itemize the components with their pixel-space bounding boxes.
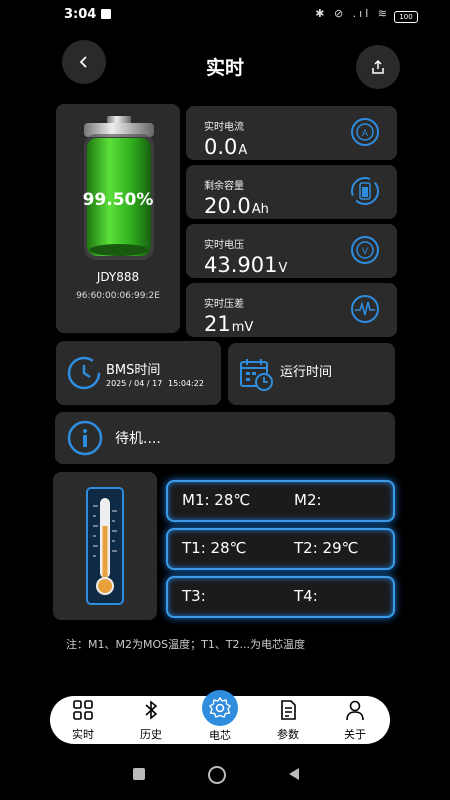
bluetooth-icon	[145, 700, 158, 720]
home-button[interactable]	[208, 766, 226, 784]
nav-label-realtime: 实时	[72, 728, 94, 741]
runtime-label: 运行时间	[280, 365, 333, 380]
share-button[interactable]	[356, 45, 400, 89]
voltage-diff-label: 实时压差	[204, 299, 244, 310]
cells-active-indicator	[202, 690, 238, 726]
bms-time: 15:04:22	[168, 379, 204, 388]
voltage-diff-card: 实时压差 21mV	[186, 283, 397, 337]
nav-item-realtime[interactable]: 实时	[58, 699, 108, 742]
state-text: 待机....	[115, 431, 161, 447]
share-icon	[372, 59, 384, 74]
mos-temp-box: M1: 28℃ M2:	[166, 480, 395, 522]
nav-label-params: 参数	[277, 728, 299, 741]
ammeter-icon: A	[351, 118, 379, 146]
back-triangle-icon[interactable]	[287, 767, 301, 781]
device-mac: 96:60:00:06:99:2E	[76, 291, 160, 301]
cell-temp-box-1: T1: 28℃ T2: 29℃	[166, 528, 395, 570]
cell-temp-box-2: T3: T4:	[166, 576, 395, 618]
status-bar: 3:04 ✱ ⊘ .ıl ≋ 100	[0, 0, 450, 32]
t2-temp: T2: 29℃	[294, 539, 359, 557]
info-icon	[67, 420, 103, 456]
temperature-note: 注：M1、M2为MOS温度；T1、T2...为电芯温度	[66, 638, 306, 651]
voltage-diff-value: 21mV	[204, 312, 254, 336]
nav-label-cells: 电芯	[209, 729, 231, 742]
t4-temp: T4:	[294, 587, 318, 605]
svg-text:A: A	[362, 129, 369, 139]
runtime-card[interactable]: 运行时间	[228, 343, 395, 405]
t1-temp: T1: 28℃	[182, 539, 247, 557]
battery-percent: 99.50%	[82, 190, 154, 210]
state-card: 待机....	[55, 412, 395, 464]
nav-item-params[interactable]: 参数	[263, 699, 313, 742]
thermometer-icon	[86, 487, 124, 605]
m1-temp: M1: 28℃	[182, 491, 251, 509]
bottom-nav: 实时 历史 电芯 参数 关于	[50, 690, 390, 744]
capacity-value: 20.0Ah	[204, 194, 269, 218]
document-icon	[281, 700, 296, 720]
voltmeter-icon: V	[351, 236, 379, 264]
notification-icon	[101, 9, 111, 19]
bms-date: 2025 / 04 / 17	[106, 379, 163, 388]
status-icons: ✱ ⊘ .ıl ≋	[315, 7, 390, 20]
nav-label-history: 历史	[140, 728, 162, 741]
nav-item-cells[interactable]: 电芯	[195, 690, 245, 743]
capacity-icon	[351, 177, 379, 205]
thermometer-card	[53, 472, 157, 620]
nav-label-about: 关于	[344, 728, 366, 741]
bms-time-label: BMS时间	[106, 363, 161, 378]
current-value: 0.0A	[204, 135, 248, 159]
clock-icon	[67, 356, 101, 390]
grid-icon	[73, 700, 93, 720]
recent-apps-button[interactable]	[133, 768, 145, 780]
capacity-card: 剩余容量 20.0Ah	[186, 165, 397, 219]
current-label: 实时电流	[204, 122, 244, 133]
svg-text:V: V	[362, 247, 369, 257]
status-battery-icon: 100	[394, 11, 418, 23]
voltage-value: 43.901V	[204, 253, 288, 277]
nav-item-about[interactable]: 关于	[330, 699, 380, 742]
m2-temp: M2:	[294, 491, 322, 509]
status-time: 3:04	[64, 7, 97, 22]
waveform-icon	[351, 295, 379, 323]
person-icon	[346, 700, 364, 721]
bms-time-card: BMS时间 2025 / 04 / 17 15:04:22	[56, 341, 221, 405]
t3-temp: T3:	[182, 587, 206, 605]
device-name: JDY888	[96, 270, 140, 284]
current-card: 实时电流 0.0A A	[186, 106, 397, 160]
calendar-icon	[240, 359, 273, 391]
battery-level-icon	[84, 116, 154, 260]
capacity-label: 剩余容量	[204, 181, 244, 192]
battery-card: 99.50% JDY888 96:60:00:06:99:2E	[56, 104, 180, 333]
voltage-label: 实时电压	[204, 240, 244, 251]
nav-item-history[interactable]: 历史	[126, 699, 176, 742]
gear-icon	[209, 696, 231, 718]
voltage-card: 实时电压 43.901V V	[186, 224, 397, 278]
